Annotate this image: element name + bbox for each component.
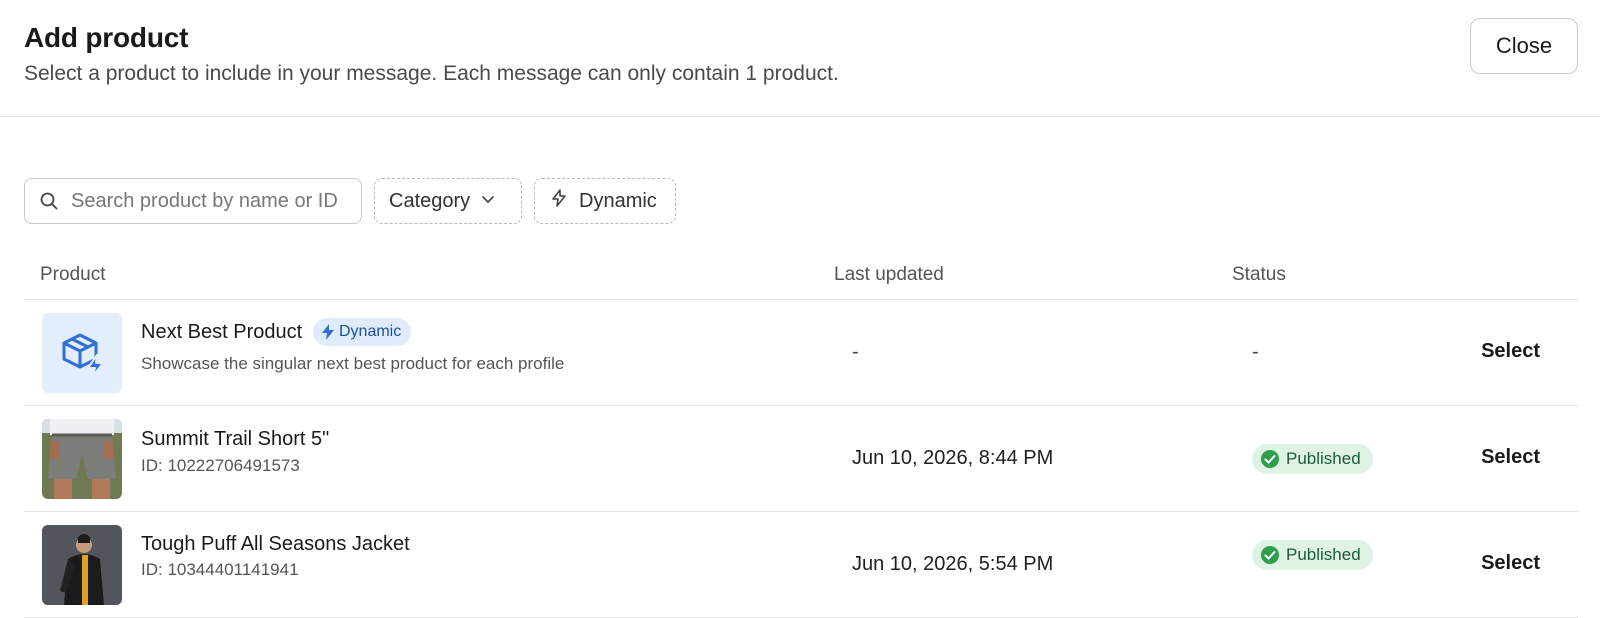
filter-toolbar: Search product by name or ID Category Dy… xyxy=(24,178,676,224)
dynamic-badge: Dynamic xyxy=(313,318,412,346)
last-updated-value: - xyxy=(852,341,859,363)
search-icon xyxy=(39,190,61,212)
lightning-icon xyxy=(322,324,334,340)
status-label: Published xyxy=(1286,449,1361,468)
status-badge: Published xyxy=(1252,540,1373,570)
table-header: Product Last updated Status xyxy=(24,246,1578,300)
column-header-product: Product xyxy=(40,264,106,285)
dynamic-filter-button[interactable]: Dynamic xyxy=(534,178,676,224)
dynamic-filter-label: Dynamic xyxy=(579,189,657,212)
product-description: Showcase the singular next best product … xyxy=(141,354,565,373)
dynamic-product-icon xyxy=(42,313,122,393)
dynamic-badge-label: Dynamic xyxy=(339,323,402,340)
jacket-photo xyxy=(42,525,122,605)
modal-header: Add product Select a product to include … xyxy=(0,0,1600,117)
check-circle-icon xyxy=(1261,546,1279,564)
product-id: ID: 10344401141941 xyxy=(141,560,299,579)
page-title: Add product xyxy=(24,22,189,53)
select-button[interactable]: Select xyxy=(1481,446,1540,469)
product-name: Next Best Product xyxy=(141,321,303,343)
lightning-icon xyxy=(549,188,569,214)
category-filter-button[interactable]: Category xyxy=(374,178,522,224)
status-label: Published xyxy=(1286,545,1361,564)
last-updated-value: Jun 10, 2026, 8:44 PM xyxy=(852,447,1054,469)
table-row[interactable]: Summit Trail Short 5" ID: 10222706491573… xyxy=(24,406,1578,512)
status-value: - xyxy=(1252,341,1259,363)
status-badge: Published xyxy=(1252,444,1373,474)
search-placeholder: Search product by name or ID xyxy=(71,189,338,212)
chevron-down-icon xyxy=(480,190,496,213)
check-circle-icon xyxy=(1261,450,1279,468)
product-name: Summit Trail Short 5" xyxy=(141,428,330,450)
column-header-status: Status xyxy=(1232,264,1286,285)
page-subtitle: Select a product to include in your mess… xyxy=(24,62,839,85)
select-button[interactable]: Select xyxy=(1481,340,1540,363)
close-button[interactable]: Close xyxy=(1470,18,1578,74)
shorts-photo xyxy=(42,419,122,499)
column-header-last-updated: Last updated xyxy=(834,264,944,285)
category-filter-label: Category xyxy=(389,189,471,212)
table-row[interactable]: Next Best Product Dynamic Showcase the s… xyxy=(24,300,1578,406)
table-row[interactable]: Tough Puff All Seasons Jacket ID: 103444… xyxy=(24,512,1578,618)
product-id: ID: 10222706491573 xyxy=(141,456,300,475)
last-updated-value: Jun 10, 2026, 5:54 PM xyxy=(852,553,1054,575)
search-input[interactable]: Search product by name or ID xyxy=(24,178,362,224)
product-name: Tough Puff All Seasons Jacket xyxy=(141,533,410,555)
select-button[interactable]: Select xyxy=(1481,552,1540,575)
